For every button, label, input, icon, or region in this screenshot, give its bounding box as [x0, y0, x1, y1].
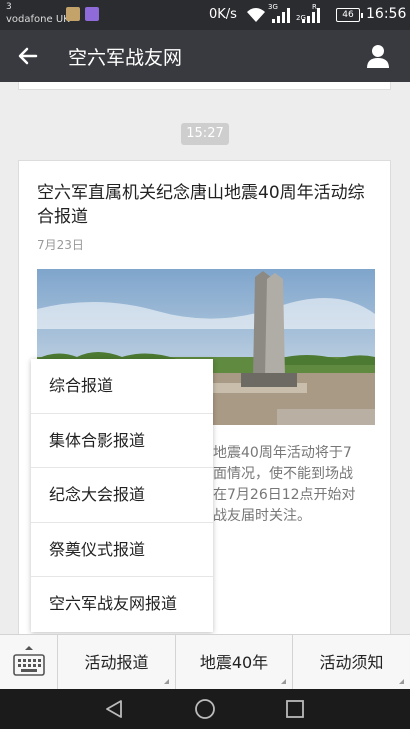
notification-app-icon: [66, 7, 80, 21]
previous-message-card[interactable]: [18, 82, 391, 90]
article-date: 7月23日: [37, 238, 84, 252]
status-bar: 3 vodafone UK 0K/s 3G 2G R 46 16:56: [0, 0, 410, 30]
bottom-menu-bar: 活动报道 地震40年 活动须知: [0, 634, 410, 690]
network-type-label: 3G: [268, 3, 278, 11]
submenu-item-comprehensive[interactable]: 综合报道: [31, 359, 213, 414]
menu-tab-label: 活动须知: [319, 653, 384, 672]
page-title: 空六军战友网: [68, 47, 183, 69]
system-nav-bar: [0, 689, 410, 729]
sim-slot-label: 3: [6, 2, 12, 12]
submenu-indicator-icon: [399, 679, 404, 684]
back-arrow-icon[interactable]: [14, 42, 42, 70]
message-timestamp: 15:27: [181, 123, 229, 145]
person-icon[interactable]: [364, 42, 392, 70]
menu-tab-label: 地震40年: [199, 653, 269, 672]
submenu-popup: 综合报道 集体合影报道 纪念大会报道 祭奠仪式报道 空六军战友网报道: [31, 359, 213, 632]
carrier-name: vodafone UK: [6, 14, 70, 25]
app-bar: 空六军战友网: [0, 30, 410, 82]
article-title[interactable]: 空六军直属机关纪念唐山地震40周年活动综合报道: [37, 181, 377, 229]
notification-app-icon: [85, 7, 99, 21]
submenu-indicator-icon: [164, 679, 169, 684]
menu-tab-earthquake-40[interactable]: 地震40年: [176, 635, 293, 690]
wifi-icon: [247, 8, 265, 22]
network-speed: 0K/s: [209, 7, 237, 22]
recents-square-icon[interactable]: [285, 699, 305, 719]
keyboard-icon: [13, 646, 45, 676]
submenu-item-memorial-meeting[interactable]: 纪念大会报道: [31, 468, 213, 523]
submenu-indicator-icon: [281, 679, 286, 684]
menu-tab-activity-reports[interactable]: 活动报道: [58, 635, 176, 690]
keyboard-toggle-button[interactable]: [0, 635, 58, 690]
menu-tab-label: 活动报道: [84, 653, 149, 672]
clock: 16:56: [366, 6, 407, 22]
submenu-item-group-photo[interactable]: 集体合影报道: [31, 414, 213, 469]
home-circle-icon[interactable]: [194, 698, 216, 720]
battery-icon: 46: [336, 8, 363, 22]
menu-tab-activity-notice[interactable]: 活动须知: [293, 635, 410, 690]
submenu-item-website-report[interactable]: 空六军战友网报道: [31, 577, 213, 632]
submenu-item-memorial-ceremony[interactable]: 祭奠仪式报道: [31, 523, 213, 578]
network-type-label: 2G: [296, 14, 306, 22]
roaming-indicator: R: [312, 3, 317, 11]
back-triangle-icon[interactable]: [103, 698, 125, 720]
